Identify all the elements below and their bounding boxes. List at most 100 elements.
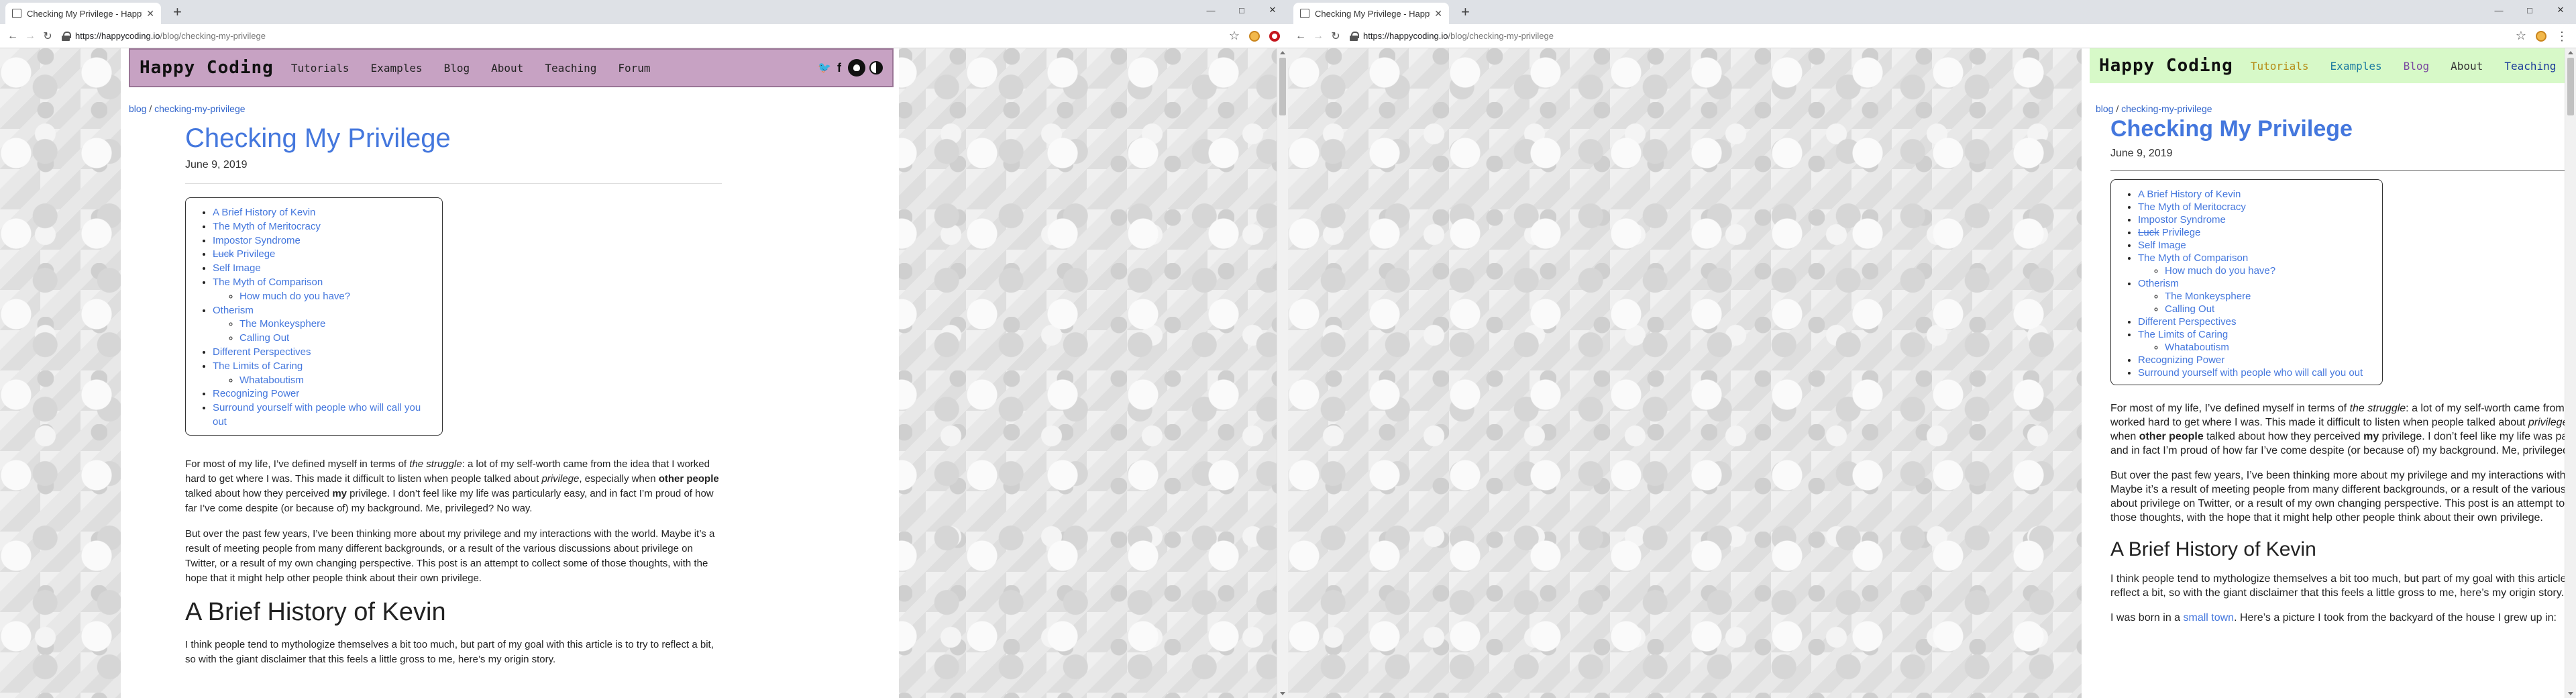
nav-forum[interactable]: Forum	[618, 62, 650, 74]
theme-toggle-icon[interactable]	[869, 61, 883, 74]
address-bar[interactable]: https://happycoding.io/blog/checking-my-…	[62, 27, 1224, 46]
reload-button[interactable]: ↻	[1327, 30, 1344, 43]
text-span: I was born in a	[2110, 612, 2184, 624]
toc-item: Self Image	[213, 262, 431, 276]
toc-link[interactable]: A Brief History of Kevin	[2138, 189, 2241, 200]
lock-icon	[1350, 31, 1359, 41]
toc-link[interactable]: The Myth of Comparison	[2138, 252, 2248, 264]
paragraph: For most of my life, I’ve defined myself…	[2110, 401, 2576, 458]
page-title: Checking My Privilege	[2110, 116, 2353, 142]
toc-link[interactable]: Self Image	[2138, 240, 2186, 251]
scroll-up-icon[interactable]	[2568, 51, 2573, 54]
twitter-icon[interactable]: 🐦	[818, 62, 831, 74]
scrollbar[interactable]	[1277, 48, 1288, 698]
github-icon[interactable]	[848, 59, 865, 77]
cookie-extension-icon[interactable]	[2536, 30, 2546, 42]
forward-button[interactable]: →	[1309, 30, 1327, 42]
toc-link[interactable]: The Myth of Comparison	[213, 277, 323, 288]
nav-blog[interactable]: Blog	[2404, 60, 2430, 72]
toc-link[interactable]: How much do you have?	[239, 291, 350, 302]
scroll-down-icon[interactable]	[1280, 692, 1285, 695]
scrollbar-thumb[interactable]	[2567, 58, 2574, 115]
toc-item: A Brief History of Kevin	[213, 206, 431, 220]
browser-tab[interactable]: Checking My Privilege - Happy Co ✕	[1293, 3, 1449, 24]
back-button[interactable]: ←	[4, 30, 21, 42]
browser-menu-icon[interactable]: ⋮	[2556, 30, 2568, 42]
toc-link[interactable]: Otherism	[2138, 278, 2179, 289]
toc-link[interactable]: Self Image	[213, 262, 261, 274]
toc-link[interactable]: Luck Privilege	[213, 248, 275, 260]
scrollbar-thumb[interactable]	[1279, 58, 1286, 115]
breadcrumb-blog[interactable]: blog	[129, 103, 146, 114]
toc-link[interactable]: Whataboutism	[239, 375, 304, 386]
toc-link[interactable]: Recognizing Power	[2138, 354, 2224, 366]
toc-strike-text: Luck	[213, 248, 234, 260]
close-tab-icon[interactable]: ✕	[146, 8, 154, 19]
nav-about[interactable]: About	[2451, 60, 2483, 72]
nav-teaching[interactable]: Teaching	[2504, 60, 2556, 72]
back-button[interactable]: ←	[1292, 30, 1309, 42]
nav-blog[interactable]: Blog	[444, 62, 470, 74]
minimize-button[interactable]: —	[1195, 0, 1226, 20]
toc-link[interactable]: The Monkeysphere	[2165, 291, 2251, 302]
toc-link[interactable]: Impostor Syndrome	[2138, 214, 2226, 226]
toc-subitem: Whataboutism	[239, 374, 431, 388]
maximize-button[interactable]: □	[2514, 0, 2545, 20]
site-brand[interactable]: Happy Coding	[2099, 56, 2233, 76]
toc-link[interactable]: Impostor Syndrome	[213, 235, 301, 246]
forward-button[interactable]: →	[21, 30, 39, 42]
toc-strike-text: Luck	[2138, 227, 2159, 238]
minimize-button[interactable]: —	[2483, 0, 2514, 20]
toc-link[interactable]: A Brief History of Kevin	[213, 207, 315, 218]
close-window-button[interactable]: ✕	[2545, 0, 2576, 20]
nav-about[interactable]: About	[491, 62, 523, 74]
bookmark-star-icon[interactable]: ☆	[2516, 29, 2526, 43]
toc-link[interactable]: Luck Privilege	[2138, 227, 2200, 238]
toc-link[interactable]: Calling Out	[239, 332, 289, 344]
text-span: For most of my life, I’ve defined myself…	[2110, 403, 2350, 414]
toc-link[interactable]: The Limits of Caring	[2138, 329, 2228, 340]
scrollbar[interactable]	[2565, 48, 2576, 698]
tab-strip: Checking My Privilege - Happy Co ✕ + — □…	[1288, 0, 2576, 24]
reload-button[interactable]: ↻	[39, 30, 56, 43]
social-links: 🐦 f	[818, 59, 883, 77]
nav-tutorials[interactable]: Tutorials	[2251, 60, 2309, 72]
breadcrumb-current[interactable]: checking-my-privilege	[154, 103, 245, 114]
close-window-button[interactable]: ✕	[1257, 0, 1288, 20]
facebook-icon[interactable]: f	[835, 61, 844, 74]
toc-link[interactable]: Recognizing Power	[213, 388, 299, 399]
address-bar[interactable]: https://happycoding.io/blog/checking-my-…	[1350, 27, 2510, 46]
close-tab-icon[interactable]: ✕	[1434, 8, 1442, 19]
nav-examples[interactable]: Examples	[371, 62, 423, 74]
toc-link[interactable]: Calling Out	[2165, 303, 2214, 315]
nav-tutorials[interactable]: Tutorials	[291, 62, 350, 74]
scroll-up-icon[interactable]	[1280, 51, 1285, 54]
scroll-down-icon[interactable]	[2568, 692, 2573, 695]
site-brand[interactable]: Happy Coding	[140, 58, 274, 78]
toc-link[interactable]: The Monkeysphere	[239, 318, 325, 330]
toc-link[interactable]: How much do you have?	[2165, 265, 2275, 277]
toc-link[interactable]: Otherism	[213, 305, 254, 316]
toc-link[interactable]: The Myth of Meritocracy	[213, 221, 321, 232]
new-tab-button[interactable]: +	[1461, 5, 1470, 19]
nav-examples[interactable]: Examples	[2330, 60, 2382, 72]
ublock-extension-icon[interactable]	[1269, 30, 1280, 42]
toc-link[interactable]: Different Perspectives	[2138, 316, 2236, 328]
new-tab-button[interactable]: +	[173, 5, 182, 19]
toc-link[interactable]: Whataboutism	[2165, 342, 2229, 353]
cookie-extension-icon[interactable]	[1249, 30, 1260, 42]
toc-link[interactable]: Different Perspectives	[213, 346, 311, 358]
toc-link[interactable]: Surround yourself with people who will c…	[2138, 367, 2363, 379]
toc-item: The Limits of Caring Whataboutism	[213, 360, 431, 388]
site-header: Happy Coding Tutorials Examples Blog Abo…	[129, 48, 894, 87]
inline-link[interactable]: small town	[2184, 612, 2235, 624]
table-of-contents: A Brief History of Kevin The Myth of Mer…	[185, 197, 443, 436]
maximize-button[interactable]: □	[1226, 0, 1257, 20]
toc-item: Otherism The Monkeysphere Calling Out	[2138, 277, 2371, 315]
toc-link[interactable]: The Limits of Caring	[213, 360, 303, 372]
browser-tab[interactable]: Checking My Privilege - Happy C ✕	[5, 3, 161, 24]
toc-link[interactable]: Surround yourself with people who will c…	[213, 402, 421, 428]
nav-teaching[interactable]: Teaching	[545, 62, 596, 74]
toc-link[interactable]: The Myth of Meritocracy	[2138, 201, 2246, 213]
bookmark-star-icon[interactable]: ☆	[1229, 29, 1240, 43]
